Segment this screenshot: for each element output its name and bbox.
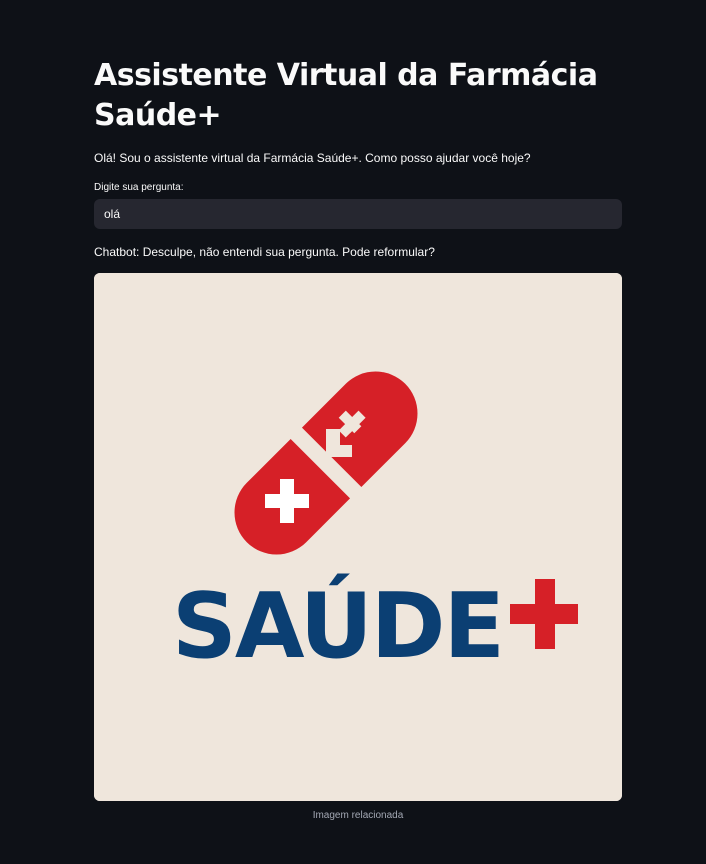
question-input-label: Digite sua pergunta: [94,182,184,193]
chatbot-response: Chatbot: Desculpe, não entendi sua pergu… [94,245,435,259]
related-image: SAÚDE [94,273,622,801]
page-title: Assistente Virtual da Farmácia Saúde+ [94,58,598,133]
question-input[interactable] [94,199,622,229]
pharmacy-logo-image: SAÚDE [94,273,622,801]
intro-text: Olá! Sou o assistente virtual da Farmáci… [94,151,531,165]
logo-text: SAÚDE [172,572,503,679]
image-caption: Imagem relacionada [312,810,404,821]
